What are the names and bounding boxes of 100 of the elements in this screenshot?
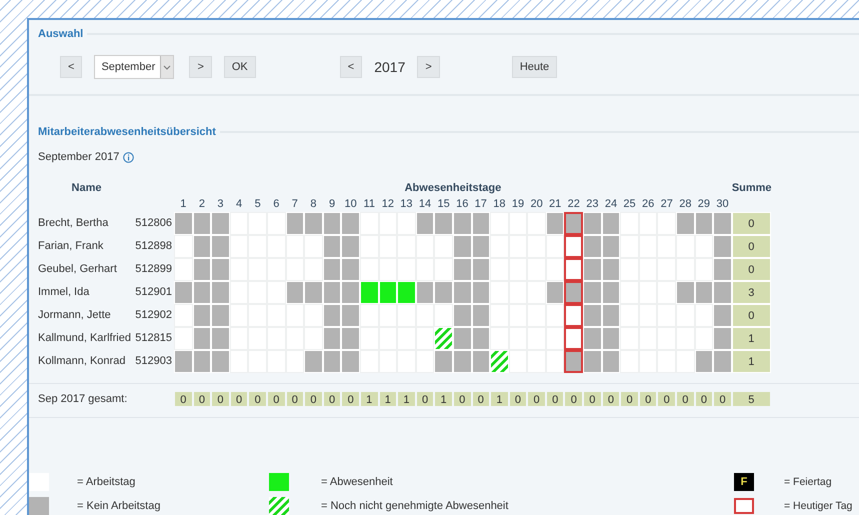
- day-number: 21: [548, 198, 562, 212]
- day-number: 4: [235, 198, 244, 212]
- legend-label: = Kein Arbeitstag: [77, 500, 160, 512]
- day-total: 0: [304, 391, 323, 407]
- row-sum: 1: [732, 327, 771, 350]
- day-number: 9: [328, 198, 336, 212]
- employee-id: 512901: [135, 285, 173, 300]
- day-number: 15: [436, 198, 451, 212]
- day-number: 12: [380, 198, 395, 212]
- day-number: 16: [455, 198, 470, 212]
- legend-label: = Noch nicht genehmigte Abwesenheit: [321, 500, 508, 512]
- day-total: 0: [508, 391, 528, 407]
- day-total: 0: [694, 391, 714, 407]
- day-total: 1: [378, 391, 398, 407]
- day-total: 0: [676, 391, 695, 407]
- totals-label: Sep 2017 gesamt:: [38, 393, 128, 405]
- day-total: 0: [546, 391, 564, 407]
- previous-month-button[interactable]: <: [60, 56, 82, 78]
- row-sum: 1: [732, 350, 771, 373]
- day-number: 19: [510, 198, 526, 212]
- day-total: 0: [638, 391, 658, 407]
- day-total: 0: [527, 391, 546, 407]
- employee-id: 512903: [135, 354, 173, 369]
- grand-total: 5: [732, 391, 771, 407]
- day-number: 26: [641, 198, 656, 212]
- day-number: 7: [290, 198, 299, 212]
- day-total: 0: [472, 391, 490, 407]
- info-icon[interactable]: [123, 152, 134, 162]
- day-total: 0: [341, 391, 360, 407]
- day-total: 0: [583, 391, 602, 407]
- day-total: 0: [286, 391, 304, 407]
- employee-name: Kallmund, Karlfried: [38, 331, 132, 346]
- legend-label: = Abwesenheit: [321, 476, 393, 488]
- legend-label: = Heutiger Tag: [784, 500, 852, 512]
- day-total: 0: [248, 391, 267, 407]
- row-sum: 3: [732, 281, 771, 304]
- day-number: 17: [474, 198, 488, 212]
- column-header: Abwesenheitstage: [404, 182, 502, 196]
- legend-label: = Feiertag: [784, 476, 832, 488]
- employee-name: Kollmann, Konrad: [38, 354, 126, 369]
- row-sum: 0: [732, 304, 771, 327]
- day-number: 3: [216, 198, 225, 212]
- day-total: 0: [266, 391, 286, 407]
- employee-id: 512899: [135, 262, 173, 277]
- day-number: 23: [585, 198, 600, 212]
- next-year-button[interactable]: >: [417, 56, 440, 78]
- employee-id: 512815: [135, 331, 173, 346]
- day-number: 2: [198, 198, 206, 212]
- column-header: Name: [70, 182, 102, 196]
- day-total: 0: [564, 391, 584, 407]
- day-number: 30: [715, 198, 730, 212]
- day-number: 11: [362, 198, 376, 212]
- day-total: 0: [452, 391, 472, 407]
- day-number: 29: [696, 198, 712, 212]
- day-number: 18: [492, 198, 507, 212]
- day-number: 20: [529, 198, 544, 212]
- employee-name: Immel, Ida: [38, 285, 90, 300]
- employee-id: 512902: [135, 308, 173, 323]
- day-number: 24: [604, 198, 618, 212]
- column-header: Summe: [732, 182, 771, 196]
- day-total: 0: [192, 391, 212, 407]
- day-number: 22: [566, 198, 581, 212]
- employee-name: Farian, Frank: [38, 239, 104, 254]
- next-month-button[interactable]: >: [189, 56, 212, 78]
- day-total: 0: [602, 391, 620, 407]
- day-number: 8: [309, 198, 318, 212]
- day-number: 5: [254, 198, 262, 212]
- chevron-down-icon: [160, 56, 174, 78]
- day-total: 1: [360, 391, 379, 407]
- day-total: 1: [397, 391, 416, 407]
- period-label: September 2017: [38, 151, 120, 163]
- day-number: 13: [399, 198, 414, 212]
- employee-name: Geubel, Gerhart: [38, 262, 118, 277]
- month-dropdown[interactable]: September: [94, 55, 174, 79]
- day-number: 1: [179, 198, 188, 212]
- previous-year-button[interactable]: <: [340, 56, 362, 78]
- employee-name: Jormann, Jette: [38, 308, 112, 323]
- day-number: 25: [622, 198, 637, 212]
- day-number: 14: [418, 198, 432, 212]
- row-sum: 0: [732, 258, 771, 281]
- day-number: 6: [272, 198, 280, 212]
- row-sum: 0: [732, 235, 771, 258]
- day-total: 0: [211, 391, 230, 407]
- legend-label: = Arbeitstag: [77, 476, 136, 488]
- day-number: 27: [660, 198, 674, 212]
- employee-id: 512898: [135, 239, 173, 254]
- ok-button[interactable]: OK: [224, 56, 256, 78]
- today-button[interactable]: Heute: [512, 56, 558, 78]
- day-total: 0: [620, 391, 639, 407]
- day-total: 0: [416, 391, 434, 407]
- day-total: 1: [434, 391, 453, 407]
- day-total: 0: [713, 391, 732, 407]
- day-total: 0: [322, 391, 342, 407]
- section-title: Mitarbeiterabwesenheitsübersicht: [38, 126, 216, 138]
- section-title: Auswahl: [38, 28, 84, 40]
- day-total: 0: [230, 391, 248, 407]
- year-label: 2017: [374, 59, 406, 75]
- employee-name: Brecht, Bertha: [38, 216, 110, 231]
- row-sum: 0: [732, 212, 771, 235]
- day-number: 28: [678, 198, 692, 212]
